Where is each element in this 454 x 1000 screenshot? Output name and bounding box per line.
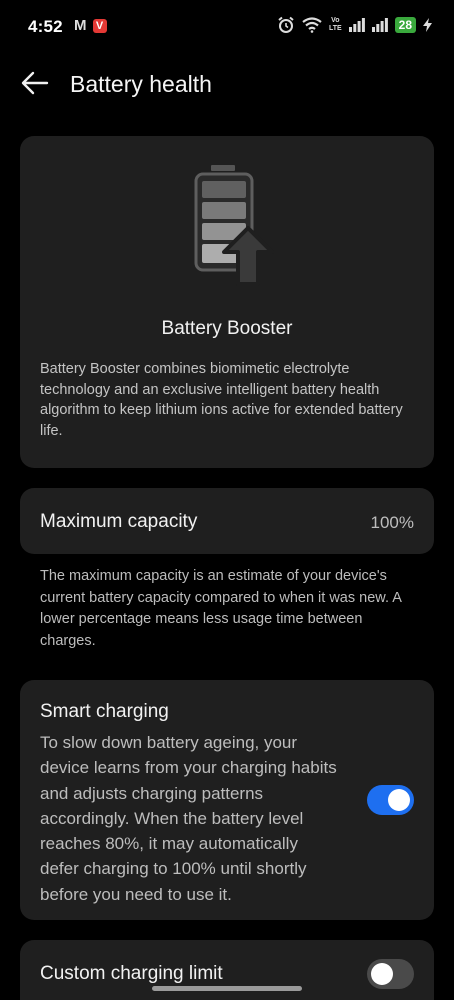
arrow-left-icon [21, 71, 49, 95]
battery-level-badge: 28 [394, 17, 416, 33]
maximum-capacity-row[interactable]: Maximum capacity 100% [20, 488, 434, 554]
battery-booster-icon [194, 165, 274, 286]
maximum-capacity-label: Maximum capacity [40, 511, 198, 532]
page-title: Battery health [70, 71, 212, 97]
back-button[interactable] [20, 70, 50, 96]
signal-icon-sim1 [348, 18, 365, 32]
custom-charging-limit-label: Custom charging limit [40, 963, 223, 984]
signal-icon-sim2 [371, 18, 388, 32]
smart-charging-label: Smart charging [40, 701, 169, 722]
alarm-icon [278, 16, 294, 33]
booster-title: Battery Booster [161, 318, 293, 339]
app-notification-icon: V [92, 19, 107, 33]
app-header: Battery health [0, 62, 454, 106]
custom-charging-limit-toggle[interactable] [367, 959, 414, 989]
smart-charging-toggle[interactable] [367, 785, 414, 815]
status-time: 4:52 [28, 17, 63, 36]
maximum-capacity-value: 100% [370, 513, 414, 532]
toggle-knob [371, 963, 393, 985]
custom-charging-limit-row[interactable]: Custom charging limit [20, 940, 434, 1000]
booster-description: Battery Booster combines biomimetic elec… [40, 361, 403, 439]
status-bar: 4:52 M V Vo LTE 28 [0, 0, 454, 56]
battery-booster-card: Battery Booster Battery Booster combines… [20, 136, 434, 468]
wifi-icon [302, 17, 322, 33]
toggle-knob [388, 789, 410, 811]
smart-charging-row[interactable]: Smart charging To slow down battery agei… [20, 680, 434, 920]
gmail-icon: M [74, 17, 87, 34]
system-icons: Vo LTE 28 [277, 16, 432, 34]
notification-icons: M V [74, 18, 107, 34]
charging-bolt-icon [423, 18, 432, 32]
volte-icon: Vo LTE [328, 17, 342, 32]
smart-charging-description: To slow down battery ageing, your device… [40, 733, 337, 904]
maximum-capacity-description: The maximum capacity is an estimate of y… [40, 568, 402, 649]
home-indicator[interactable] [152, 986, 302, 991]
